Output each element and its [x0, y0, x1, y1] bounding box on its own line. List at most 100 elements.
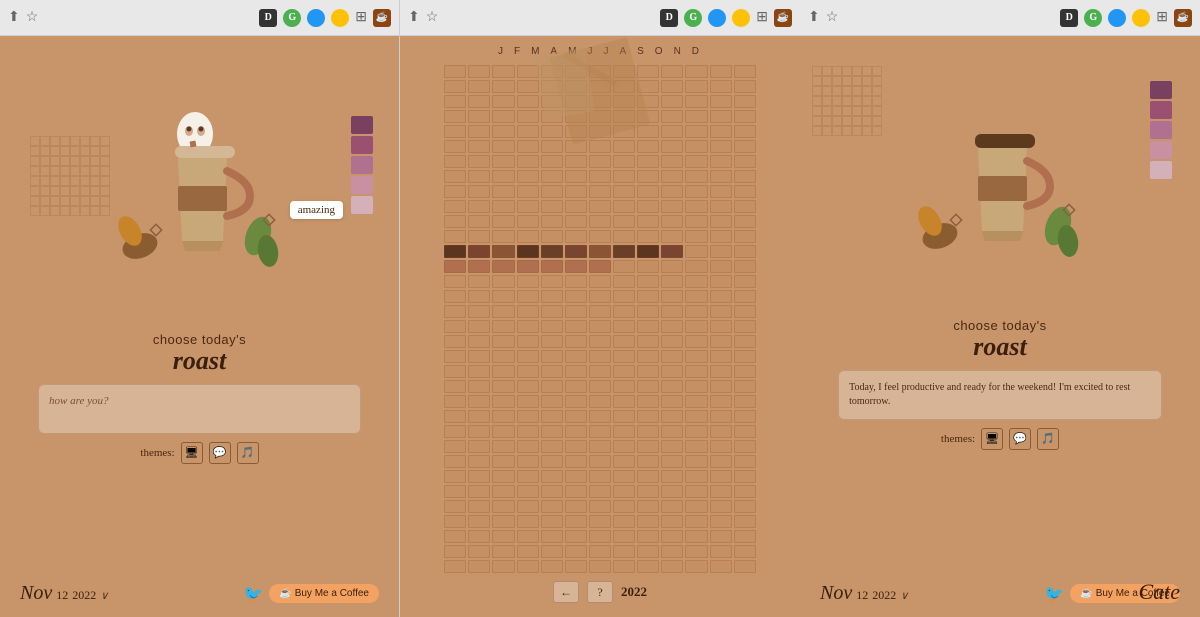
cal-cell [734, 140, 756, 153]
cal-cell [734, 185, 756, 198]
music-theme-button[interactable]: 🎵 [237, 442, 259, 464]
cal-cell [541, 530, 563, 543]
cal-cell [541, 230, 563, 243]
grid-icon-mid[interactable]: ⊞ [756, 9, 768, 26]
right-date-display[interactable]: Nov 12 2022 ∨ [820, 582, 908, 605]
cal-cell [637, 425, 659, 438]
monitor-theme-button[interactable]: 🖥 [181, 442, 203, 464]
cal-cell [444, 200, 466, 213]
cal-cell [710, 530, 732, 543]
cal-cell [637, 485, 659, 498]
right-journal-input[interactable]: Today, I feel productive and ready for t… [838, 370, 1162, 420]
cal-cell [541, 350, 563, 363]
cal-cell [492, 320, 514, 333]
cal-cell [637, 170, 659, 183]
cal-cell [517, 440, 539, 453]
bookmark-icon-right[interactable]: ☆ [826, 9, 839, 26]
cal-cell [661, 320, 683, 333]
coffee-icon-mid: ☕ [774, 9, 792, 27]
right-twitter-icon[interactable]: 🐦 [1044, 584, 1064, 604]
cal-cell [492, 290, 514, 303]
calendar-help-button[interactable]: ? [587, 581, 613, 603]
cal-cell [468, 335, 490, 348]
cal-cell [613, 500, 635, 513]
cal-cell [613, 365, 635, 378]
chat-theme-button[interactable]: 💬 [209, 442, 231, 464]
cal-cell [492, 335, 514, 348]
cal-cell [734, 170, 756, 183]
cal-cell [517, 425, 539, 438]
barcode: var bars = [2,1,3,1,2,1,1,2,3,1,2,1,1,3,… [160, 304, 240, 326]
cal-cell [685, 110, 707, 123]
cal-cell [685, 350, 707, 363]
mood-input[interactable]: how are you? [38, 384, 361, 434]
grid-icon[interactable]: ⊞ [355, 9, 367, 26]
cal-cell [492, 230, 514, 243]
cal-cell [541, 305, 563, 318]
date-display[interactable]: Nov 12 2022 ∨ [20, 582, 108, 605]
themes-label: themes: [140, 447, 174, 459]
cal-cell [637, 260, 659, 273]
right-monitor-theme-button[interactable]: 🖥 [981, 428, 1003, 450]
cal-cell [468, 515, 490, 528]
cal-cell [492, 455, 514, 468]
cal-cell [734, 95, 756, 108]
date-month: Nov [20, 582, 52, 605]
cal-cell [661, 245, 683, 258]
cal-cell [468, 545, 490, 558]
right-music-theme-button[interactable]: 🎵 [1037, 428, 1059, 450]
cal-cell [565, 200, 587, 213]
swatch-2 [351, 136, 373, 154]
cal-cell [637, 455, 659, 468]
cal-cell [468, 365, 490, 378]
right-date-dropdown[interactable]: ∨ [900, 589, 908, 602]
cal-cell [710, 335, 732, 348]
right-chat-theme-button[interactable]: 💬 [1009, 428, 1031, 450]
share-icon-right[interactable]: ⬆ [808, 9, 820, 26]
date-dropdown-arrow[interactable]: ∨ [100, 589, 108, 602]
cal-cell [468, 275, 490, 288]
left-browser-panel: ⬆ ☆ D G ⊞ ☕ document.currentScript.inser… [0, 0, 400, 617]
cal-cell [710, 290, 732, 303]
bookmark-icon-mid[interactable]: ☆ [426, 9, 439, 26]
cal-cell [661, 125, 683, 138]
cal-cell [444, 155, 466, 168]
grid-icon-right[interactable]: ⊞ [1156, 9, 1168, 26]
cal-cell [589, 350, 611, 363]
swatch-4 [351, 176, 373, 194]
cal-cell [613, 185, 635, 198]
twitter-icon[interactable]: 🐦 [243, 584, 263, 604]
cal-cell [444, 455, 466, 468]
cal-cell [444, 110, 466, 123]
right-coffee-cup [910, 76, 1090, 276]
cal-cell [565, 530, 587, 543]
cal-cell [541, 275, 563, 288]
cal-cell [541, 545, 563, 558]
cal-cell [734, 260, 756, 273]
cal-cell [710, 185, 732, 198]
cal-cell [589, 395, 611, 408]
share-icon-mid[interactable]: ⬆ [408, 9, 420, 26]
cal-cell [734, 320, 756, 333]
cal-cell [517, 530, 539, 543]
bookmark-icon[interactable]: ☆ [26, 9, 39, 26]
cal-cell [734, 560, 756, 573]
cal-cell [517, 155, 539, 168]
cal-cell [492, 545, 514, 558]
cal-cell [444, 425, 466, 438]
cal-cell [661, 560, 683, 573]
cal-cell [637, 215, 659, 228]
buy-coffee-button[interactable]: Buy Me a Coffee [269, 584, 379, 603]
cal-cell [637, 395, 659, 408]
cal-cell [565, 410, 587, 423]
cal-cell [589, 170, 611, 183]
cal-cell [517, 275, 539, 288]
cal-cell [468, 110, 490, 123]
share-icon[interactable]: ⬆ [8, 9, 20, 26]
cal-cell [734, 425, 756, 438]
cal-cell [565, 215, 587, 228]
calendar-prev-button[interactable]: ← [553, 581, 579, 603]
cal-cell [613, 335, 635, 348]
calendar-content: J F M A M J J A S O N D ← ? 2022 [400, 36, 800, 617]
cal-cell [734, 125, 756, 138]
